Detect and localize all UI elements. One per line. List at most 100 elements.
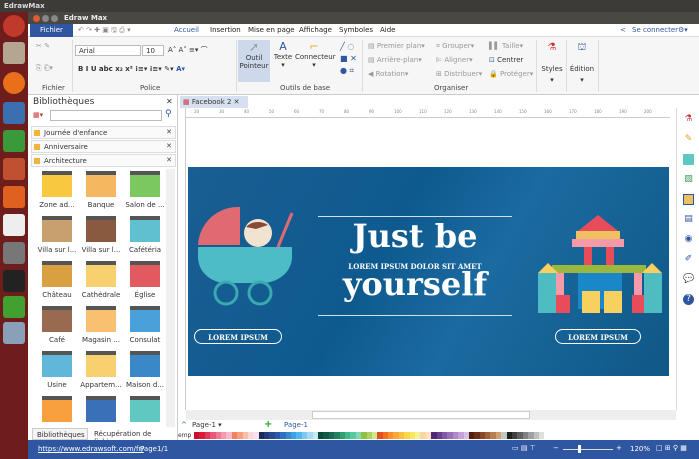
collapse-icon[interactable]: ^ bbox=[181, 421, 187, 429]
close-section-icon[interactable]: ✕ bbox=[166, 128, 172, 136]
library-section-journee[interactable]: Journée d'enfance ✕ bbox=[31, 126, 176, 139]
library-item[interactable]: Salon de ... bbox=[122, 171, 166, 209]
library-item[interactable]: Maison d... bbox=[122, 351, 166, 389]
library-section-anniversaire[interactable]: Anniversaire ✕ bbox=[31, 140, 176, 153]
tab-symboles[interactable]: Symboles bbox=[339, 26, 373, 34]
close-library-icon[interactable]: ✕ bbox=[166, 97, 173, 106]
settings-icon[interactable] bbox=[3, 242, 25, 264]
library-item[interactable]: Café bbox=[34, 306, 80, 344]
tab-mise-en-page[interactable]: Mise en page bbox=[248, 26, 295, 34]
library-item[interactable]: Consulat bbox=[122, 306, 166, 344]
qt-icon[interactable] bbox=[3, 296, 25, 318]
zoom-out-button[interactable]: − bbox=[553, 444, 559, 452]
zoom-slider-thumb[interactable] bbox=[578, 445, 581, 453]
impress-icon[interactable] bbox=[3, 158, 25, 180]
library-item[interactable]: Magasin ... bbox=[78, 306, 124, 344]
group-button[interactable]: ⌗ Grouper▾ bbox=[436, 42, 474, 51]
close-window-button[interactable] bbox=[33, 15, 40, 22]
minimize-button[interactable] bbox=[42, 15, 49, 22]
protect-button[interactable]: 🔒 Protéger▾ bbox=[489, 70, 533, 78]
firefox-icon[interactable] bbox=[3, 72, 25, 94]
image-icon[interactable]: ▨ bbox=[683, 174, 694, 185]
comment-icon[interactable]: 💬 bbox=[683, 274, 694, 285]
shadow-icon[interactable] bbox=[683, 154, 694, 165]
connector-tool-button[interactable]: ⌐ Connecteur ▾ bbox=[295, 40, 336, 82]
view-mode-icons[interactable]: ▭ ▤ ⊤ bbox=[512, 444, 536, 452]
banner-button-right[interactable]: LOREM IPSUM bbox=[555, 329, 641, 344]
library-item[interactable] bbox=[78, 396, 124, 425]
library-item[interactable]: Banque bbox=[78, 171, 124, 209]
scroll-thumb[interactable] bbox=[312, 411, 530, 419]
zoom-slider[interactable] bbox=[563, 449, 613, 450]
text-tool-button[interactable]: A Texte ▾ bbox=[272, 40, 294, 82]
shape-tools-icons[interactable]: ╱ ◌ ■ ✕ ● ⌗ bbox=[340, 41, 357, 77]
library-search-input[interactable] bbox=[50, 110, 162, 121]
zoom-in-button[interactable]: + bbox=[616, 444, 622, 452]
line-icon[interactable]: ✎ bbox=[683, 134, 694, 145]
writer-icon[interactable] bbox=[3, 102, 25, 124]
quick-access-toolbar[interactable]: ↶ ↷ ✚ ▣ 🖫 ⎙ ▾ bbox=[78, 26, 131, 37]
tab-accueil[interactable]: Accueil bbox=[174, 26, 199, 34]
library-category-icon[interactable]: ▦▾ bbox=[33, 111, 43, 119]
tab-aide[interactable]: Aide bbox=[380, 26, 395, 34]
fit-icons[interactable]: □ ⊞ ⚲ ▦ bbox=[656, 444, 687, 452]
page-icon[interactable]: ▤ bbox=[683, 214, 694, 225]
banner-button-left[interactable]: LOREM IPSUM bbox=[194, 329, 282, 344]
edraw-icon[interactable] bbox=[3, 322, 25, 344]
size-button[interactable]: ▌▌ Taille▾ bbox=[489, 42, 523, 50]
layers-icon[interactable] bbox=[683, 194, 694, 205]
close-section-icon[interactable]: ✕ bbox=[166, 156, 172, 164]
website-link[interactable]: https://www.edrawsoft.com/fr/ bbox=[38, 445, 144, 453]
amazon-icon[interactable] bbox=[3, 214, 25, 236]
library-section-architecture[interactable]: Architecture ✕ bbox=[31, 154, 176, 167]
library-item[interactable] bbox=[34, 396, 80, 425]
close-section-icon[interactable]: ✕ bbox=[166, 142, 172, 150]
note-icon[interactable]: ✐ bbox=[683, 254, 694, 265]
horizontal-scrollbar[interactable] bbox=[186, 410, 676, 420]
document-tab[interactable]: ▦ Facebook 2 ✕ bbox=[180, 96, 248, 108]
ubuntu-icon[interactable] bbox=[3, 15, 25, 37]
pointer-tool-button[interactable]: ➚ Outil Pointeur bbox=[238, 40, 270, 82]
terminal-icon[interactable] bbox=[3, 270, 25, 292]
software-center-icon[interactable] bbox=[3, 186, 25, 208]
library-item[interactable]: Église bbox=[122, 261, 166, 299]
library-item[interactable]: Villa sur l... bbox=[78, 216, 124, 254]
globe-icon[interactable]: ◉ bbox=[683, 234, 694, 245]
library-scrollbar[interactable] bbox=[166, 169, 175, 427]
library-item[interactable]: Zone ad... bbox=[34, 171, 80, 209]
add-page-icon[interactable]: + bbox=[264, 419, 272, 430]
format-icons[interactable]: B I U abc x₂ x² ⁝≡▾ ⁝≡▾ ✎▾ A▾ bbox=[78, 65, 185, 73]
bring-front-button[interactable]: ▤ Premier plan▾ bbox=[368, 42, 425, 50]
login-link[interactable]: Se connecter bbox=[632, 26, 678, 34]
facebook-banner[interactable]: Just be LOREM IPSUM DOLOR SIT AMET yours… bbox=[188, 167, 669, 376]
styles-button[interactable]: ⚗ Styles ▾ bbox=[540, 42, 564, 86]
font-size-select[interactable]: 10 bbox=[142, 45, 164, 56]
library-item[interactable]: Usine bbox=[34, 351, 80, 389]
gear-icon[interactable]: ⚙▾ bbox=[678, 26, 688, 34]
paste-icon[interactable]: ⎘ ⎗▾ bbox=[36, 64, 53, 73]
library-item[interactable] bbox=[122, 396, 166, 425]
palette-swatch[interactable] bbox=[539, 432, 545, 439]
maximize-button[interactable] bbox=[51, 15, 58, 22]
library-item[interactable]: Appartem... bbox=[78, 351, 124, 389]
rotate-button[interactable]: ◀ Rotation▾ bbox=[368, 70, 408, 78]
tab-affichage[interactable]: Affichage bbox=[299, 26, 332, 34]
library-item[interactable]: Cathédrale bbox=[78, 261, 124, 299]
edit-button[interactable]: ⛫ Édition ▾ bbox=[568, 42, 596, 86]
share-icon[interactable]: < bbox=[620, 26, 626, 34]
color-palette[interactable] bbox=[194, 432, 699, 439]
tab-bibliotheques[interactable]: Bibliothèques bbox=[32, 428, 88, 440]
library-item[interactable]: Château bbox=[34, 261, 80, 299]
help-icon[interactable]: ? bbox=[683, 294, 694, 305]
page-select[interactable]: Page-1 ▾ bbox=[192, 421, 256, 429]
align-button[interactable]: ⊫ Aligner▾ bbox=[436, 56, 473, 64]
files-icon[interactable] bbox=[3, 42, 25, 64]
distribute-button[interactable]: ⊞ Distribuer▾ bbox=[436, 70, 482, 78]
send-back-button[interactable]: ▤ Arrière-plan▾ bbox=[368, 56, 422, 64]
fill-icon[interactable]: ⚗ bbox=[683, 114, 694, 125]
page-tab-active[interactable]: Page-1 bbox=[284, 421, 308, 429]
close-tab-icon[interactable]: ✕ bbox=[234, 98, 240, 106]
library-item[interactable]: Cafétéria bbox=[122, 216, 166, 254]
font-name-select[interactable]: Arial bbox=[75, 45, 141, 56]
search-icon[interactable]: ⚲ bbox=[165, 109, 172, 119]
